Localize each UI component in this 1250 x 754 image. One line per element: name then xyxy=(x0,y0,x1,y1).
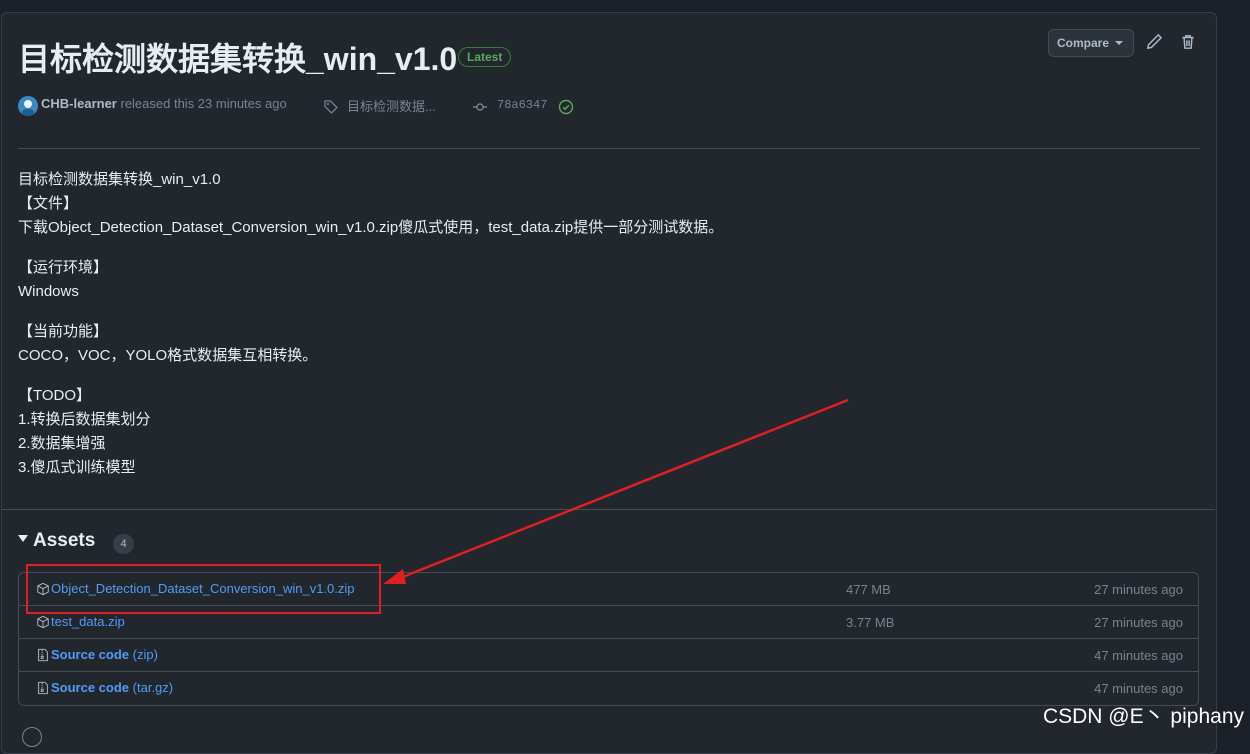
asset-name: Source code xyxy=(51,647,130,662)
asset-time: 47 minutes ago xyxy=(1094,648,1183,663)
tag-link[interactable]: 目标检测数据... xyxy=(347,96,436,115)
annotation-highlight-box xyxy=(26,564,381,614)
commit-link[interactable]: 78a6347 xyxy=(497,98,547,112)
file-zip-icon xyxy=(38,648,48,662)
asset-name: Source code xyxy=(51,680,130,695)
asset-link[interactable]: test_data.zip xyxy=(51,614,125,629)
assets-count-badge: 4 xyxy=(113,534,134,554)
author-link[interactable]: CHB-learner xyxy=(41,96,117,111)
watermark: CSDN @E丶 piphany xyxy=(1042,705,1244,728)
features-value: COCO，VOC，YOLO格式数据集互相转换。 xyxy=(18,347,318,364)
asset-size: 477 MB xyxy=(846,582,891,597)
notes-line: 目标检测数据集转换_win_v1.0 xyxy=(18,171,221,188)
triangle-down-icon xyxy=(18,535,28,543)
avatar[interactable] xyxy=(18,96,38,116)
assets-toggle[interactable]: Assets xyxy=(18,530,95,552)
tag-icon xyxy=(324,100,338,114)
asset-time: 27 minutes ago xyxy=(1094,615,1183,630)
env-value: Windows xyxy=(18,283,79,300)
asset-row: Source code (tar.gz) 47 minutes ago xyxy=(19,672,1198,705)
asset-size: 3.77 MB xyxy=(846,615,895,630)
commit-icon xyxy=(473,103,487,111)
asset-format: (tar.gz) xyxy=(132,680,174,695)
package-icon xyxy=(37,615,49,629)
notes-line: 【文件】 xyxy=(18,195,79,212)
notes-line: 下载Object_Detection_Dataset_Conversion_wi… xyxy=(18,219,724,236)
trash-icon[interactable] xyxy=(1179,33,1197,51)
asset-time: 27 minutes ago xyxy=(1094,582,1183,597)
todo-heading: 【TODO】 xyxy=(18,387,92,404)
release-title[interactable]: 目标检测数据集转换_win_v1.0 xyxy=(18,34,457,80)
pencil-icon[interactable] xyxy=(1145,33,1163,51)
latest-badge: Latest xyxy=(458,47,512,67)
released-time: released this 23 minutes ago xyxy=(120,96,287,111)
todo-item: 3.傻瓜式训练模型 xyxy=(18,459,136,476)
chevron-down-icon xyxy=(1115,41,1123,45)
compare-label: Compare xyxy=(1057,36,1110,50)
todo-item: 1.转换后数据集划分 xyxy=(18,411,151,428)
asset-link[interactable]: Source code (tar.gz) xyxy=(51,680,173,695)
compare-button[interactable]: Compare xyxy=(1048,29,1134,57)
asset-link[interactable]: Source code (zip) xyxy=(51,647,158,662)
features-heading: 【当前功能】 xyxy=(18,323,109,340)
todo-item: 2.数据集增强 xyxy=(18,435,106,452)
check-circle-icon[interactable] xyxy=(558,99,574,115)
file-zip-icon xyxy=(38,681,48,695)
env-heading: 【运行环境】 xyxy=(18,259,109,276)
asset-format: (zip) xyxy=(132,647,158,662)
asset-row: Source code (zip) 47 minutes ago xyxy=(19,639,1198,672)
reaction-icon[interactable] xyxy=(22,727,42,747)
release-notes: 目标检测数据集转换_win_v1.0 【文件】 下载Object_Detecti… xyxy=(18,168,723,480)
asset-time: 47 minutes ago xyxy=(1094,681,1183,696)
header-divider xyxy=(18,148,1200,149)
assets-heading: Assets xyxy=(33,530,96,551)
assets-divider xyxy=(1,509,1215,510)
